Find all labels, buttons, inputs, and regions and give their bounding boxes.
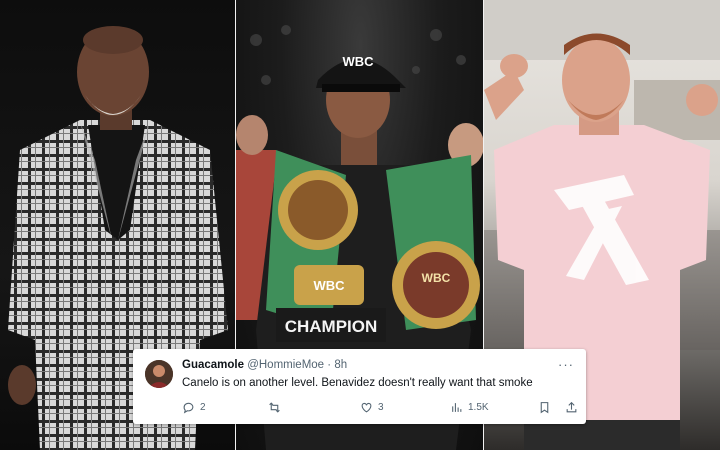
more-horizontal-icon[interactable]: ··· bbox=[558, 357, 574, 372]
cap-logo-text: WBC bbox=[342, 54, 374, 69]
belt-banner-text: CHAMPION bbox=[285, 317, 378, 336]
photo-collage: WBC WBC WBC CHAMPION Guacamole @HommieMo… bbox=[0, 0, 720, 450]
retweet-icon bbox=[268, 401, 281, 414]
reply-button[interactable]: 2 bbox=[182, 401, 206, 414]
views-icon bbox=[450, 401, 463, 414]
belt-left-text: WBC bbox=[313, 278, 345, 293]
handle[interactable]: @HommieMoe bbox=[247, 359, 324, 371]
timestamp[interactable]: 8h bbox=[334, 359, 347, 371]
views-count: 1.5K bbox=[468, 402, 489, 413]
tweet-header: Guacamole @HommieMoe · 8h bbox=[182, 359, 347, 371]
tweet-text: Canelo is on another level. Benavidez do… bbox=[182, 377, 533, 389]
bookmark-button[interactable] bbox=[538, 401, 551, 414]
like-count: 3 bbox=[378, 402, 384, 413]
views-button[interactable]: 1.5K bbox=[450, 401, 489, 414]
share-button[interactable] bbox=[565, 401, 578, 414]
reply-count: 2 bbox=[200, 402, 206, 413]
share-icon bbox=[565, 401, 578, 414]
avatar[interactable] bbox=[145, 360, 173, 388]
retweet-button[interactable] bbox=[268, 401, 286, 414]
like-icon bbox=[360, 401, 373, 414]
tweet-card[interactable]: Guacamole @HommieMoe · 8h ··· Canelo is … bbox=[133, 349, 586, 424]
separator-dot: · bbox=[327, 359, 332, 371]
display-name[interactable]: Guacamole bbox=[182, 359, 244, 371]
bookmark-icon bbox=[538, 401, 551, 414]
reply-icon bbox=[182, 401, 195, 414]
like-button[interactable]: 3 bbox=[360, 401, 384, 414]
belt-center-text: WBC bbox=[422, 271, 451, 285]
tweet-actions: 2 3 1.5K bbox=[182, 401, 577, 415]
